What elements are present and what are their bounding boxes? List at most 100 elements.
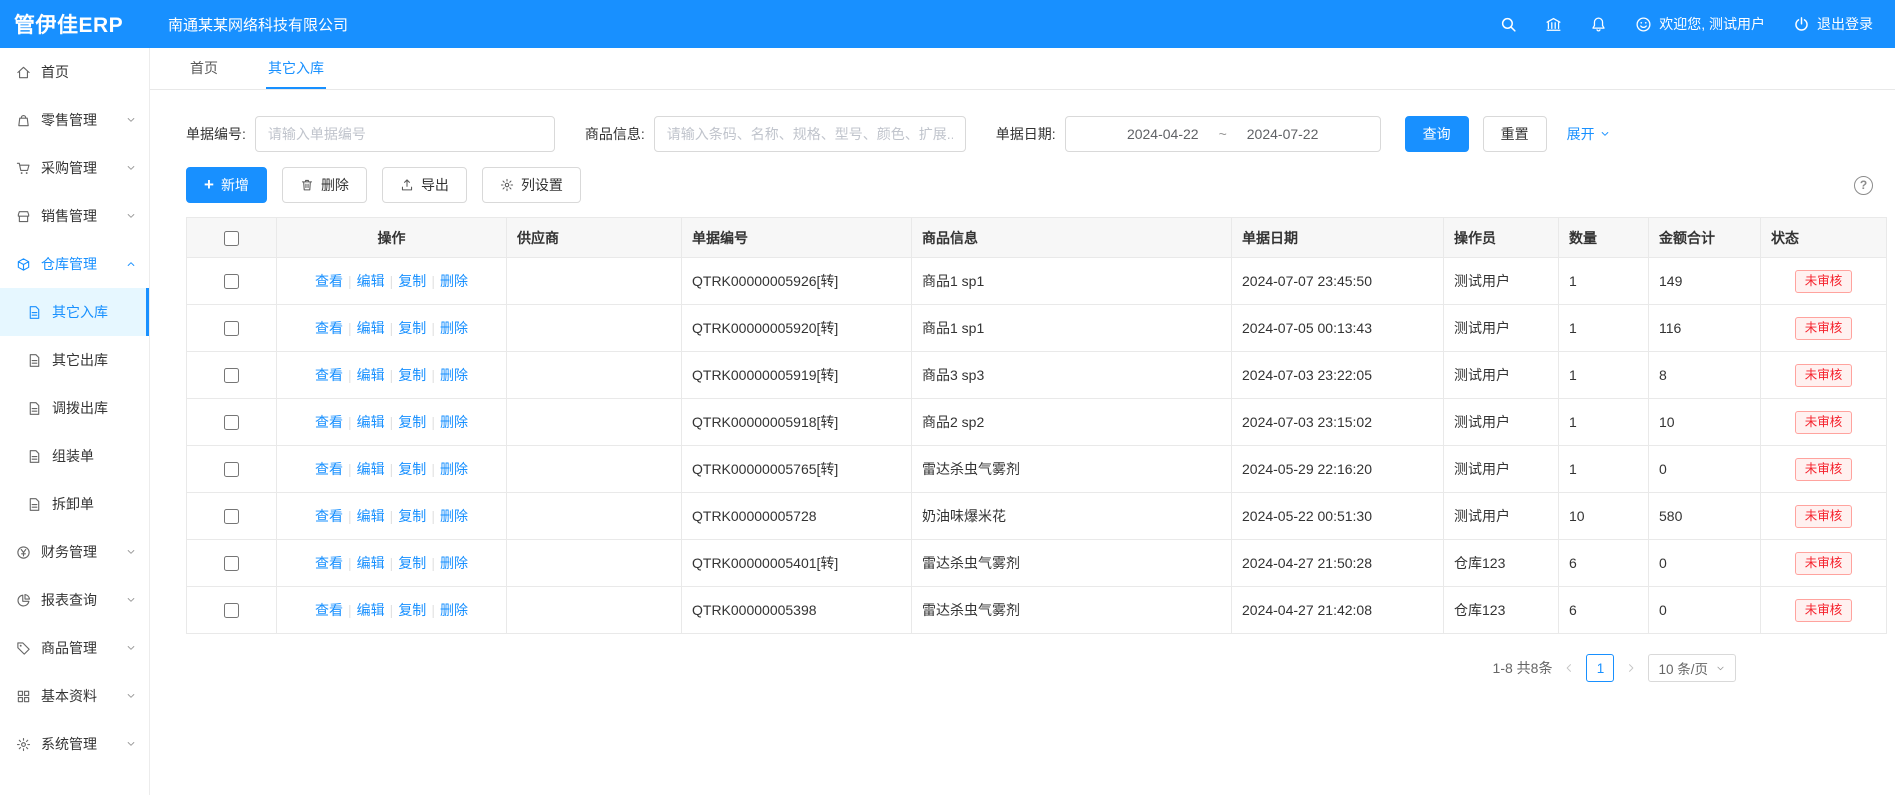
search-button[interactable]: 查询 — [1405, 116, 1469, 152]
row-checkbox[interactable] — [224, 368, 239, 383]
row-actions-cell: 查看|编辑|复制|删除 — [277, 540, 507, 587]
search-icon[interactable] — [1500, 16, 1517, 33]
action-separator: | — [348, 367, 352, 383]
sidebar-item-system[interactable]: 系统管理 — [0, 720, 149, 768]
sidebar-item-goods[interactable]: 商品管理 — [0, 624, 149, 672]
view-link[interactable]: 查看 — [315, 602, 343, 618]
sidebar-item-basic[interactable]: 基本资料 — [0, 672, 149, 720]
table-row: 查看|编辑|复制|删除QTRK00000005920[转]商品1 sp12024… — [187, 305, 1887, 352]
sidebar-subitem-assembly-order[interactable]: 组装单 — [0, 432, 149, 480]
delete-link[interactable]: 删除 — [440, 461, 468, 477]
select-all-checkbox[interactable] — [224, 231, 239, 246]
edit-link[interactable]: 编辑 — [357, 461, 385, 477]
doc-no-input[interactable] — [255, 116, 555, 152]
copy-link[interactable]: 复制 — [398, 320, 426, 336]
copy-link[interactable]: 复制 — [398, 461, 426, 477]
row-checkbox[interactable] — [224, 274, 239, 289]
delete-link[interactable]: 删除 — [440, 555, 468, 571]
current-page-button[interactable]: 1 — [1586, 654, 1614, 682]
delete-link[interactable]: 删除 — [440, 367, 468, 383]
edit-link[interactable]: 编辑 — [357, 367, 385, 383]
row-actions-cell: 查看|编辑|复制|删除 — [277, 352, 507, 399]
add-button[interactable]: + 新增 — [186, 167, 267, 203]
view-link[interactable]: 查看 — [315, 367, 343, 383]
expand-label: 展开 — [1567, 124, 1595, 144]
sidebar-subitem-transfer-outbound[interactable]: 调拨出库 — [0, 384, 149, 432]
edit-link[interactable]: 编辑 — [357, 508, 385, 524]
copy-link[interactable]: 复制 — [398, 273, 426, 289]
row-checkbox[interactable] — [224, 603, 239, 618]
action-separator: | — [390, 367, 394, 383]
report-icon — [16, 593, 32, 608]
view-link[interactable]: 查看 — [315, 461, 343, 477]
view-link[interactable]: 查看 — [315, 414, 343, 430]
expand-link[interactable]: 展开 — [1567, 124, 1611, 144]
supplier-cell — [507, 540, 682, 587]
tab-other-inbound[interactable]: 其它入库 — [266, 48, 326, 89]
date-end-value[interactable]: 2024-07-22 — [1247, 126, 1319, 142]
doc-no-cell: QTRK00000005401[转] — [682, 540, 912, 587]
delete-link[interactable]: 删除 — [440, 273, 468, 289]
product-info-input[interactable] — [654, 116, 966, 152]
column-settings-button[interactable]: 列设置 — [482, 167, 581, 203]
status-badge: 未审核 — [1795, 552, 1853, 575]
delete-link[interactable]: 删除 — [440, 602, 468, 618]
copy-link[interactable]: 复制 — [398, 602, 426, 618]
product-info-cell: 商品1 sp1 — [912, 305, 1232, 352]
column-header-supplier: 供应商 — [507, 218, 682, 258]
date-range-picker[interactable]: 2024-04-22 ~ 2024-07-22 — [1065, 116, 1381, 152]
sidebar-item-finance[interactable]: 财务管理 — [0, 528, 149, 576]
copy-link[interactable]: 复制 — [398, 414, 426, 430]
sidebar-subitem-other-inbound[interactable]: 其它入库 — [0, 288, 149, 336]
delete-link[interactable]: 删除 — [440, 320, 468, 336]
copy-link[interactable]: 复制 — [398, 367, 426, 383]
view-link[interactable]: 查看 — [315, 555, 343, 571]
next-page-button[interactable] — [1625, 662, 1637, 674]
sidebar-item-report[interactable]: 报表查询 — [0, 576, 149, 624]
sidebar-item-retail[interactable]: 零售管理 — [0, 96, 149, 144]
view-link[interactable]: 查看 — [315, 320, 343, 336]
sidebar-item-home[interactable]: 首页 — [0, 48, 149, 96]
delete-button[interactable]: 删除 — [282, 167, 367, 203]
date-start-value[interactable]: 2024-04-22 — [1127, 126, 1199, 142]
sidebar-subitem-disassembly-order[interactable]: 拆卸单 — [0, 480, 149, 528]
sidebar-item-sales[interactable]: 销售管理 — [0, 192, 149, 240]
logout-button[interactable]: 退出登录 — [1793, 14, 1873, 34]
row-checkbox[interactable] — [224, 462, 239, 477]
view-link[interactable]: 查看 — [315, 508, 343, 524]
edit-link[interactable]: 编辑 — [357, 555, 385, 571]
bank-icon[interactable] — [1545, 16, 1562, 33]
view-link[interactable]: 查看 — [315, 273, 343, 289]
edit-link[interactable]: 编辑 — [357, 273, 385, 289]
copy-link[interactable]: 复制 — [398, 508, 426, 524]
row-checkbox[interactable] — [224, 321, 239, 336]
edit-link[interactable]: 编辑 — [357, 602, 385, 618]
sidebar: 首页零售管理采购管理销售管理仓库管理其它入库其它出库调拨出库组装单拆卸单财务管理… — [0, 48, 150, 795]
export-button[interactable]: 导出 — [382, 167, 467, 203]
bell-icon[interactable] — [1590, 16, 1607, 33]
edit-link[interactable]: 编辑 — [357, 414, 385, 430]
row-select-cell — [187, 399, 277, 446]
sidebar-subitem-other-outbound[interactable]: 其它出库 — [0, 336, 149, 384]
reset-button[interactable]: 重置 — [1483, 116, 1547, 152]
row-checkbox[interactable] — [224, 509, 239, 524]
sidebar-item-warehouse[interactable]: 仓库管理 — [0, 240, 149, 288]
tab-home[interactable]: 首页 — [188, 48, 220, 89]
doc-no-label: 单据编号: — [186, 124, 246, 144]
chevron-down-icon — [125, 210, 137, 222]
row-checkbox[interactable] — [224, 415, 239, 430]
status-cell: 未审核 — [1761, 446, 1887, 493]
product-info-cell: 雷达杀虫气雾剂 — [912, 540, 1232, 587]
prev-page-button[interactable] — [1563, 662, 1575, 674]
doc-no-cell: QTRK00000005728 — [682, 493, 912, 540]
edit-link[interactable]: 编辑 — [357, 320, 385, 336]
help-icon[interactable]: ? — [1854, 176, 1873, 195]
row-checkbox[interactable] — [224, 556, 239, 571]
sidebar-item-purchase[interactable]: 采购管理 — [0, 144, 149, 192]
user-menu[interactable]: 欢迎您, 测试用户 — [1635, 14, 1765, 34]
delete-link[interactable]: 删除 — [440, 508, 468, 524]
page-size-select[interactable]: 10 条/页 — [1648, 654, 1736, 682]
sidebar-item-label: 销售管理 — [41, 206, 125, 226]
copy-link[interactable]: 复制 — [398, 555, 426, 571]
delete-link[interactable]: 删除 — [440, 414, 468, 430]
